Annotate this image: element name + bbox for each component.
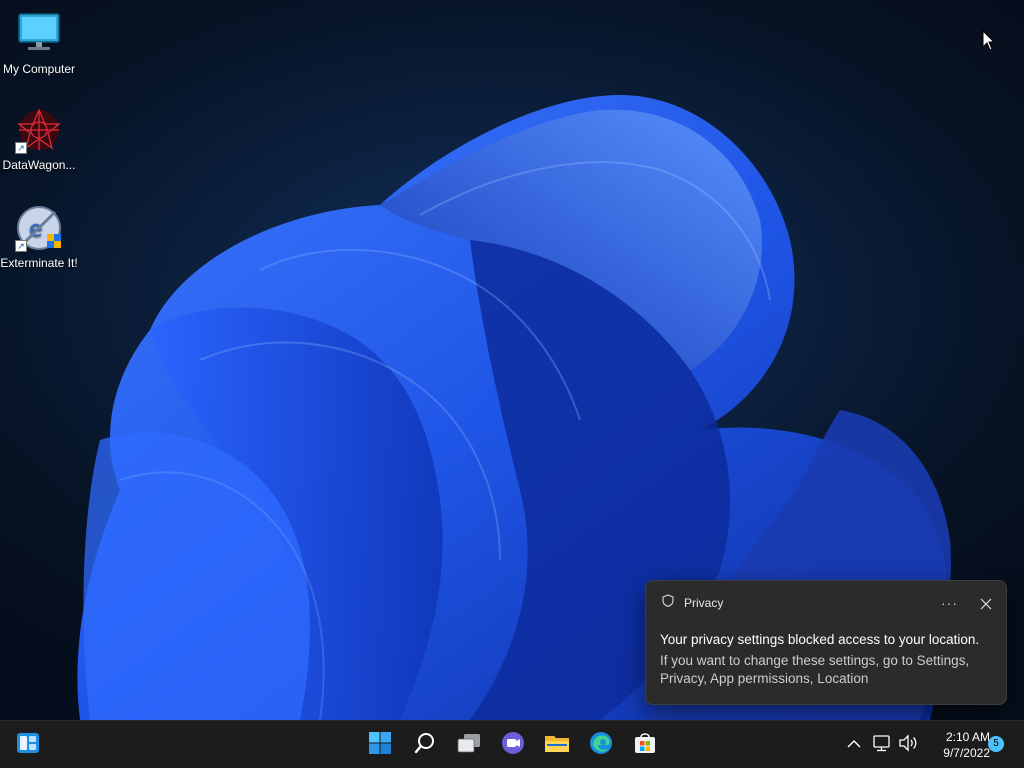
start-button[interactable] <box>363 728 397 762</box>
widgets-icon <box>16 732 40 759</box>
more-options-button[interactable]: ··· <box>941 596 958 610</box>
task-view-icon <box>456 732 482 759</box>
desktop-icon-exterminate-it[interactable]: e ↗ Exterminate It! <box>0 204 78 270</box>
toast-body: If you want to change these settings, go… <box>660 653 970 686</box>
desktop-icon-label: My Computer <box>2 62 76 76</box>
store-icon <box>633 731 657 760</box>
exterminate-it-icon: e ↗ <box>15 204 63 252</box>
monitor-icon <box>15 10 63 58</box>
toast-header: Privacy ··· <box>662 594 992 612</box>
notification-count-badge[interactable]: 5 <box>988 736 1004 752</box>
taskbar: 2:10 AM 9/7/2022 <box>0 720 1024 768</box>
clock-button[interactable]: 2:10 AM 9/7/2022 <box>924 729 990 761</box>
edge-button[interactable] <box>584 728 618 762</box>
start-icon <box>368 731 392 760</box>
network-button[interactable] <box>872 734 892 757</box>
teams-chat-button[interactable] <box>496 728 530 762</box>
network-icon <box>872 734 892 757</box>
clock-date: 9/7/2022 <box>943 746 990 760</box>
desktop: My Computer ↗ DataWagon... e <box>0 0 1024 720</box>
search-button[interactable] <box>408 728 442 762</box>
task-view-button[interactable] <box>452 728 486 762</box>
shortcut-arrow-icon: ↗ <box>15 240 27 252</box>
toast-app-name: Privacy <box>684 596 724 610</box>
teams-chat-icon <box>500 731 526 760</box>
file-explorer-icon <box>544 732 570 759</box>
search-icon <box>414 732 436 759</box>
mouse-cursor-icon <box>982 29 996 57</box>
volume-button[interactable] <box>898 733 918 757</box>
store-button[interactable] <box>628 728 662 762</box>
desktop-icon-label: Exterminate It! <box>0 256 78 270</box>
clock-time: 2:10 AM <box>945 730 990 744</box>
toast-title: Your privacy settings blocked access to … <box>660 632 980 647</box>
datawagon-icon: ↗ <box>15 106 63 154</box>
close-icon[interactable] <box>980 597 992 610</box>
speaker-icon <box>898 733 918 757</box>
widgets-button[interactable] <box>11 728 45 762</box>
show-hidden-icons-button[interactable] <box>846 735 862 755</box>
chevron-up-icon <box>847 736 861 754</box>
shield-icon <box>662 594 674 612</box>
file-explorer-button[interactable] <box>540 728 574 762</box>
shortcut-arrow-icon: ↗ <box>15 142 27 154</box>
edge-icon <box>589 731 613 760</box>
desktop-icon-datawagon[interactable]: ↗ DataWagon... <box>0 106 78 172</box>
desktop-icon-label: DataWagon... <box>2 158 76 172</box>
privacy-notification-toast[interactable]: Privacy ··· Your privacy settings blocke… <box>645 580 1007 705</box>
desktop-icon-my-computer[interactable]: My Computer <box>0 10 78 76</box>
